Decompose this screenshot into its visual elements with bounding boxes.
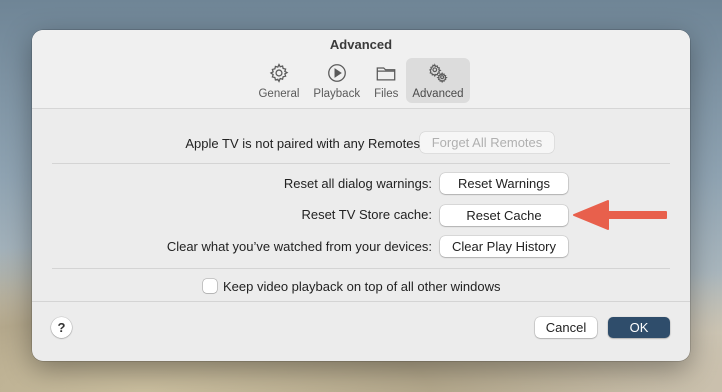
forget-all-remotes-button[interactable]: Forget All Remotes: [420, 132, 554, 153]
remotes-status-label: Apple TV is not paired with any Remotes: [185, 136, 420, 151]
folder-icon: [375, 62, 397, 84]
section-divider: [52, 268, 670, 269]
clear-history-label: Clear what you’ve watched from your devi…: [166, 239, 432, 254]
clear-play-history-button[interactable]: Clear Play History: [440, 236, 568, 257]
tab-files[interactable]: Files: [368, 58, 404, 103]
keep-on-top-checkbox[interactable]: [203, 279, 217, 293]
preferences-tabs: General Playback Files Advanced: [32, 58, 690, 103]
tab-label: Files: [374, 88, 399, 100]
window-toolbar: Advanced General Playback Files Advanced: [32, 30, 690, 109]
ok-button[interactable]: OK: [608, 317, 670, 338]
gears-icon: [427, 62, 449, 84]
annotation-arrow-icon: [573, 200, 667, 230]
tab-label: Advanced: [412, 88, 464, 100]
tab-label: General: [258, 88, 300, 100]
section-divider: [52, 163, 670, 164]
advanced-pane: Apple TV is not paired with any Remotes …: [32, 109, 690, 361]
tab-playback[interactable]: Playback: [307, 58, 366, 103]
preferences-window: Advanced General Playback Files Advanced…: [32, 30, 690, 361]
tab-general[interactable]: General: [252, 58, 305, 103]
footer-divider: [32, 301, 690, 302]
help-button[interactable]: ?: [51, 317, 72, 338]
reset-warnings-label: Reset all dialog warnings:: [283, 176, 432, 191]
window-title: Advanced: [329, 37, 393, 52]
keep-on-top-label: Keep video playback on top of all other …: [223, 279, 501, 294]
tab-advanced[interactable]: Advanced: [406, 58, 470, 103]
reset-warnings-button[interactable]: Reset Warnings: [440, 173, 568, 194]
reset-cache-label: Reset TV Store cache:: [301, 207, 432, 222]
play-circle-icon: [326, 62, 348, 84]
cancel-button[interactable]: Cancel: [535, 317, 597, 338]
tab-label: Playback: [313, 88, 361, 100]
reset-cache-button[interactable]: Reset Cache: [440, 205, 568, 226]
gear-icon: [268, 62, 290, 84]
